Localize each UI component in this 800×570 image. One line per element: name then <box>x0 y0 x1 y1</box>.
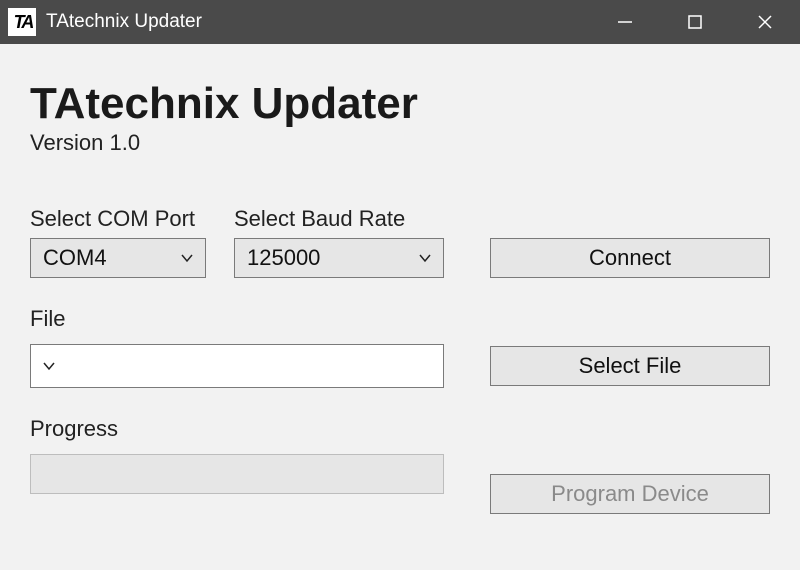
row-connection: Select COM Port COM4 Select Baud Rate 12… <box>30 206 770 278</box>
baud-rate-label: Select Baud Rate <box>234 206 444 232</box>
titlebar: TA TAtechnix Updater <box>0 0 800 44</box>
chevron-down-icon <box>179 250 195 266</box>
version-label: Version 1.0 <box>30 130 770 156</box>
minimize-icon <box>616 13 634 31</box>
row-progress: Program Device <box>30 454 770 514</box>
chevron-down-icon <box>417 250 433 266</box>
com-port-value: COM4 <box>43 245 179 271</box>
window-title: TAtechnix Updater <box>46 11 202 33</box>
baud-rate-select[interactable]: 125000 <box>234 238 444 278</box>
com-port-label: Select COM Port <box>30 206 206 232</box>
progress-bar <box>30 454 444 494</box>
program-device-button[interactable]: Program Device <box>490 474 770 514</box>
file-group: File <box>30 306 770 338</box>
maximize-icon <box>687 14 703 30</box>
progress-label: Progress <box>30 416 770 442</box>
close-button[interactable] <box>730 0 800 44</box>
baud-rate-value: 125000 <box>247 245 417 271</box>
program-device-button-label: Program Device <box>551 481 709 507</box>
maximize-button[interactable] <box>660 0 730 44</box>
com-port-select[interactable]: COM4 <box>30 238 206 278</box>
file-select[interactable] <box>30 344 444 388</box>
file-label: File <box>30 306 770 332</box>
baud-rate-group: Select Baud Rate 125000 <box>234 206 444 278</box>
row-file: Select File <box>30 344 770 388</box>
minimize-button[interactable] <box>590 0 660 44</box>
app-icon: TA <box>8 8 36 36</box>
connect-button[interactable]: Connect <box>490 238 770 278</box>
page-title: TAtechnix Updater <box>30 80 770 128</box>
content: TAtechnix Updater Version 1.0 Select COM… <box>0 44 800 570</box>
connect-button-label: Connect <box>589 245 671 271</box>
chevron-down-icon <box>41 358 57 374</box>
close-icon <box>756 13 774 31</box>
select-file-button-label: Select File <box>579 353 682 379</box>
com-port-group: Select COM Port COM4 <box>30 206 206 278</box>
select-file-button[interactable]: Select File <box>490 346 770 386</box>
progress-group: Progress <box>30 416 770 448</box>
